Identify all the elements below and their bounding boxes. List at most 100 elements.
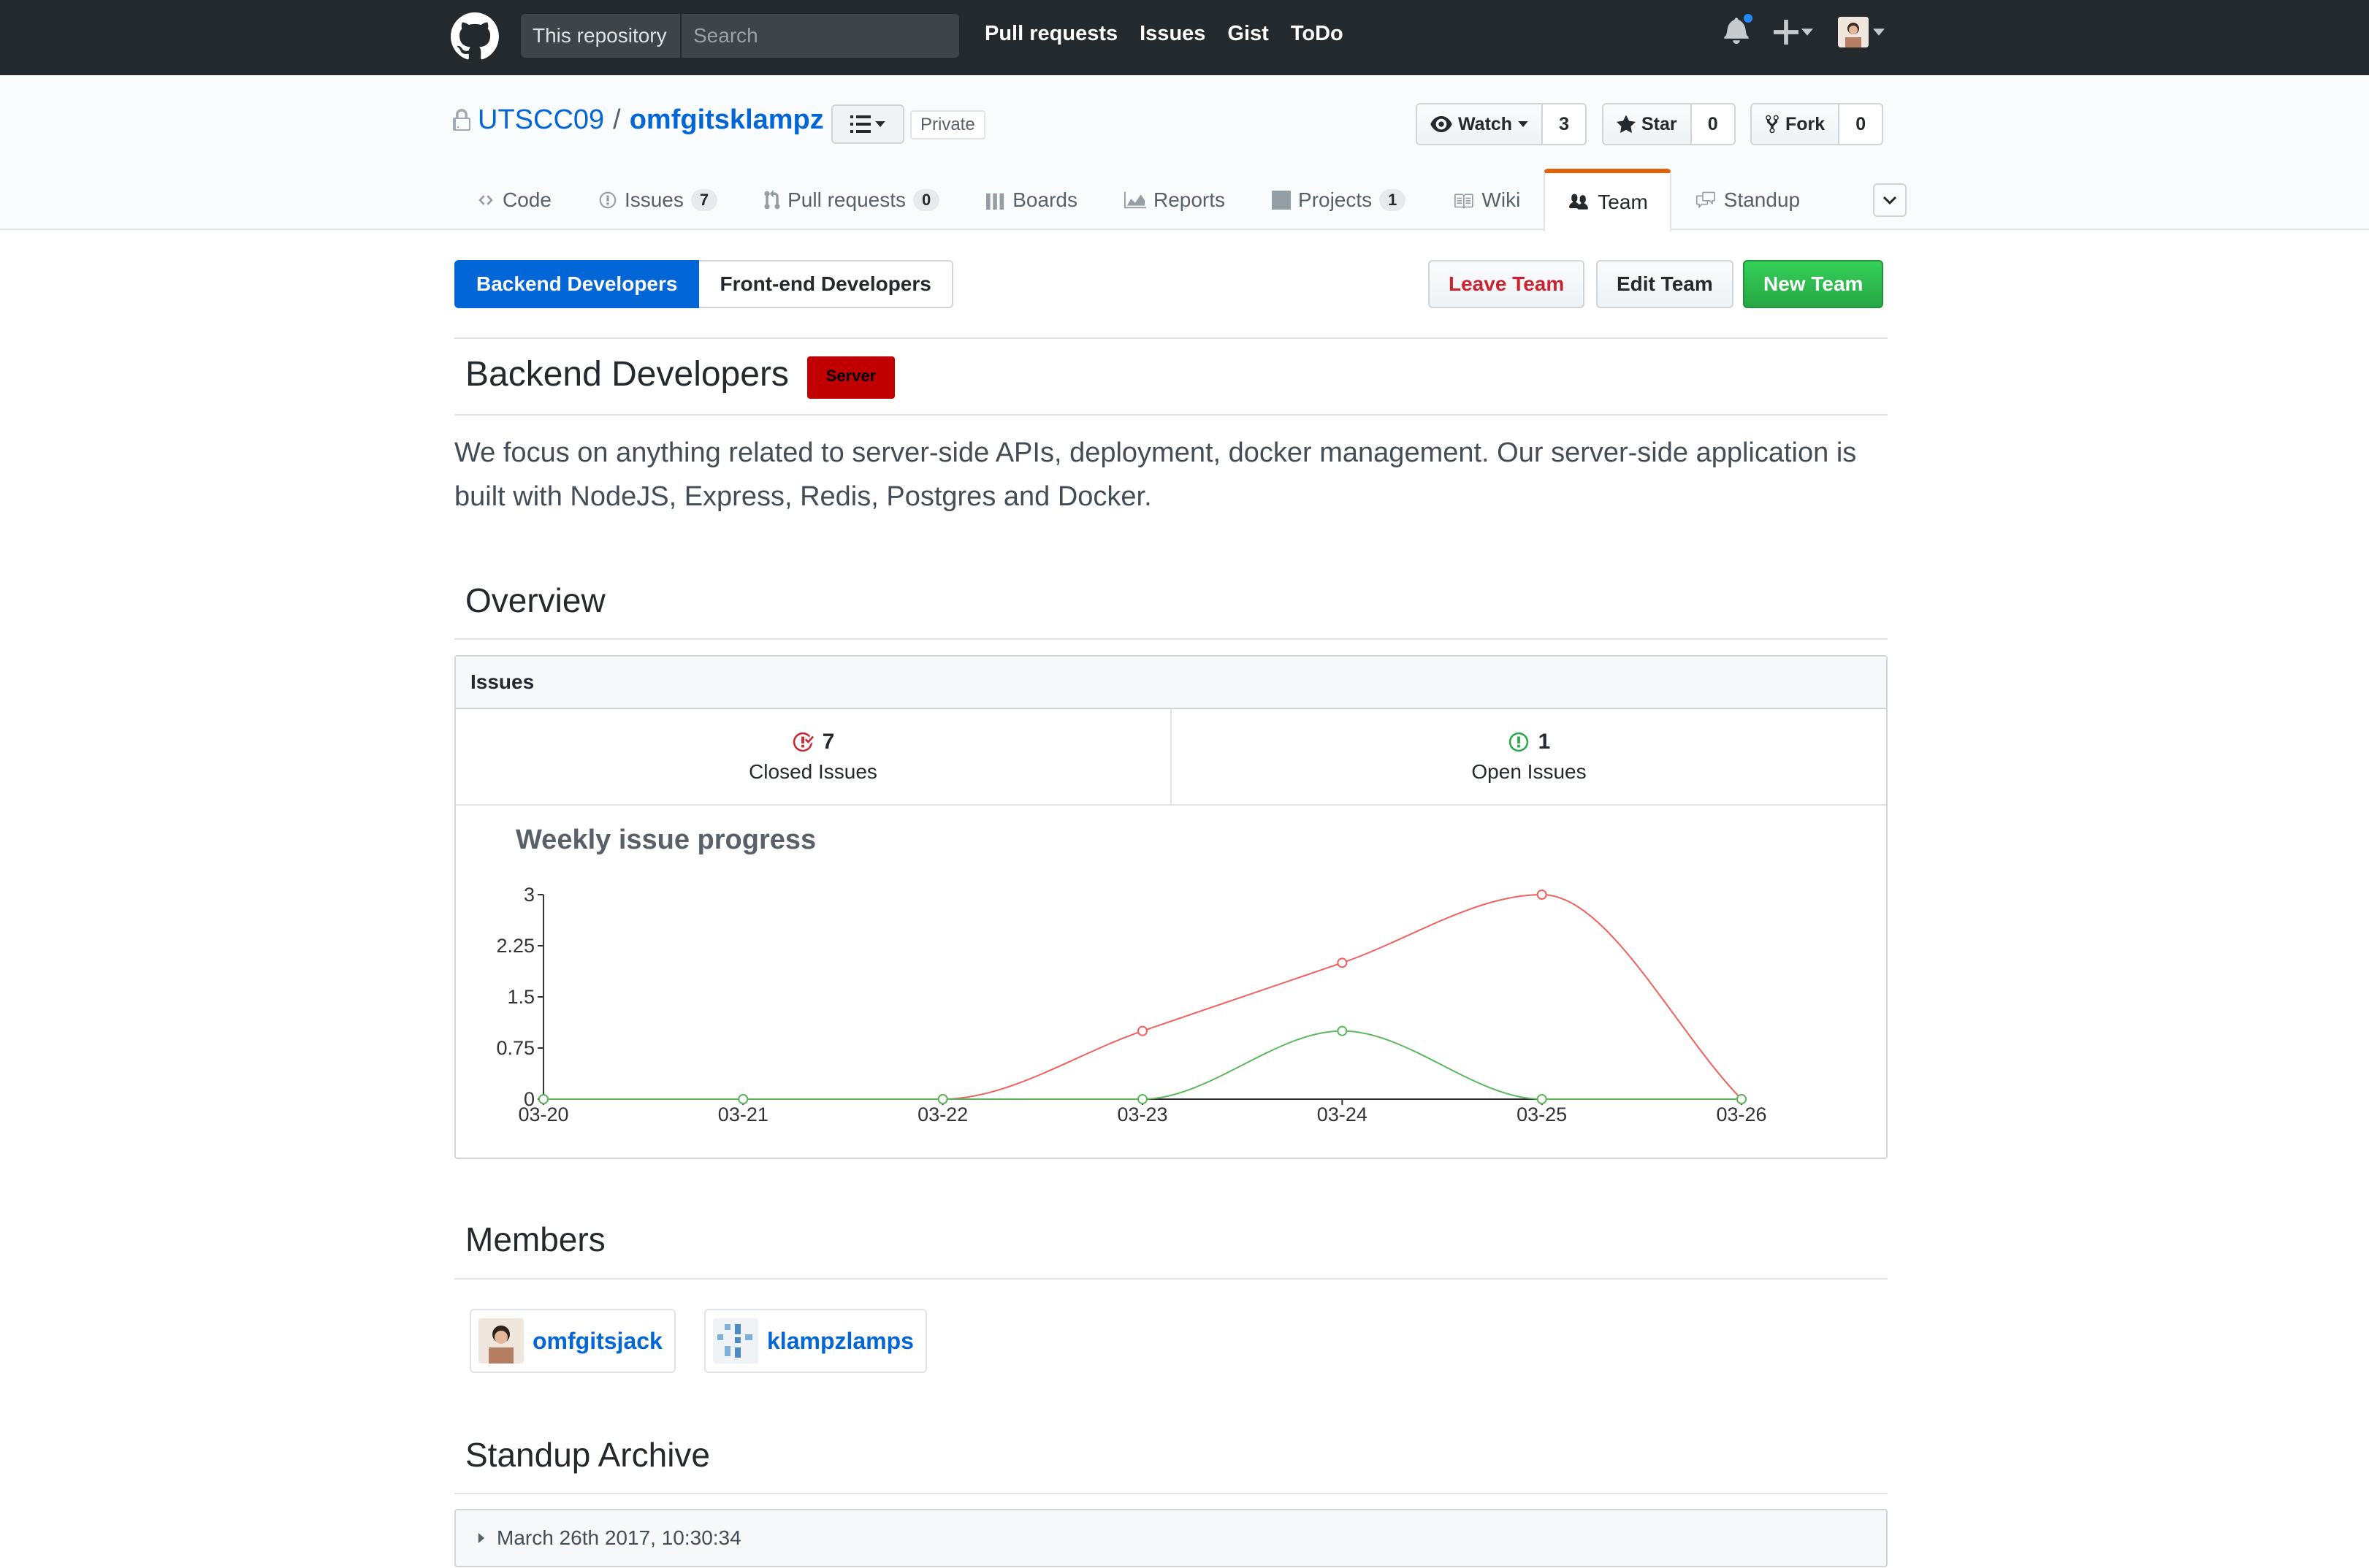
avatar — [1838, 16, 1869, 47]
fork-button[interactable]: Fork — [1752, 104, 1840, 144]
edit-team-button[interactable]: Edit Team — [1596, 260, 1733, 308]
watch-count[interactable]: 3 — [1543, 104, 1586, 144]
team-switcher: Backend Developers Front-end Developers — [454, 260, 953, 308]
tab-label: Pull requests — [787, 188, 906, 211]
leave-team-button[interactable]: Leave Team — [1428, 260, 1585, 308]
code-icon — [478, 195, 493, 205]
data-point — [1337, 957, 1348, 968]
star-group: Star 0 — [1602, 103, 1736, 145]
x-tick-label: 03-23 — [1117, 1104, 1167, 1125]
standup-entry[interactable]: March 26th 2017, 10:30:34 — [454, 1509, 1888, 1567]
team-tab-frontend[interactable]: Front-end Developers — [699, 260, 953, 308]
tab-label: Team — [1598, 191, 1648, 213]
member-name[interactable]: omfgitsjack — [533, 1328, 663, 1355]
private-badge: Private — [910, 110, 985, 139]
nav-pull-requests[interactable]: Pull requests — [985, 22, 1118, 46]
tab-standup[interactable]: Standup — [1671, 169, 1823, 230]
team-icon — [1569, 194, 1589, 210]
team-label-badge: Server — [807, 356, 895, 399]
nav-gist[interactable]: Gist — [1227, 22, 1268, 46]
series-line-1 — [543, 1030, 1742, 1100]
tab-wiki[interactable]: Wiki — [1429, 169, 1544, 230]
team-tab-backend[interactable]: Backend Developers — [454, 260, 700, 308]
issues-counter: 7 — [690, 189, 718, 211]
x-tick-label: 03-20 — [518, 1104, 568, 1125]
member-card[interactable]: omfgitsjack — [470, 1309, 676, 1373]
search-scope[interactable]: This repository — [521, 14, 682, 58]
reports-icon — [1124, 191, 1146, 209]
standup-archive-heading: Standup Archive — [465, 1436, 711, 1474]
tab-code[interactable]: Code — [453, 169, 575, 230]
github-logo-icon[interactable] — [451, 12, 499, 61]
tab-pull-requests[interactable]: Pull requests 0 — [741, 169, 963, 230]
star-button[interactable]: Star — [1603, 104, 1692, 144]
x-tick-label: 03-25 — [1517, 1104, 1567, 1125]
repo-name-link[interactable]: omfgitsklampz — [630, 104, 824, 136]
more-tabs-button[interactable] — [1873, 183, 1907, 217]
divider — [454, 414, 1888, 416]
members-heading: Members — [465, 1220, 606, 1258]
chevron-down-icon — [1882, 196, 1897, 205]
x-tick-label: 03-21 — [718, 1104, 768, 1125]
project-icon — [1272, 191, 1292, 210]
divider — [454, 337, 1888, 339]
user-menu[interactable] — [1838, 16, 1885, 47]
divider — [454, 638, 1888, 640]
tab-team[interactable]: Team — [1544, 169, 1671, 232]
star-count[interactable]: 0 — [1691, 104, 1734, 144]
data-point — [1137, 1025, 1148, 1036]
tab-label: Issues — [624, 188, 684, 211]
list-menu-button[interactable] — [831, 104, 904, 144]
data-point — [1736, 1094, 1747, 1104]
star-icon — [1617, 115, 1636, 134]
wiki-icon — [1454, 194, 1474, 209]
member-name[interactable]: klampzlamps — [767, 1328, 914, 1355]
y-tick-label: 3 — [524, 884, 535, 906]
standup-icon — [1695, 191, 1715, 209]
new-team-button[interactable]: New Team — [1743, 260, 1884, 308]
tab-boards[interactable]: Boards — [963, 169, 1101, 230]
watch-group: Watch 3 — [1416, 103, 1587, 145]
y-tick-label: 1.5 — [507, 986, 535, 1008]
path-separator: / — [613, 104, 621, 135]
tab-projects[interactable]: Projects 1 — [1248, 169, 1429, 230]
data-point — [1137, 1094, 1148, 1104]
search-bar[interactable]: This repository Search — [521, 14, 959, 58]
data-point — [1536, 1094, 1547, 1104]
tab-reports[interactable]: Reports — [1101, 169, 1248, 230]
issue-icon — [599, 191, 617, 209]
avatar — [478, 1318, 524, 1364]
data-point — [738, 1094, 749, 1104]
pull-request-icon — [764, 190, 780, 210]
watch-button[interactable]: Watch — [1417, 104, 1544, 144]
chevron-down-icon — [875, 121, 885, 127]
x-tick-label: 03-24 — [1317, 1104, 1367, 1125]
create-new-icon[interactable] — [1774, 19, 1813, 45]
notification-indicator — [1742, 12, 1755, 25]
nav-issues[interactable]: Issues — [1140, 22, 1205, 46]
repo-header: UTSCC09 / omfgitsklampz Private Watch 3 … — [0, 75, 2369, 232]
y-tick-label: 0.75 — [496, 1037, 535, 1059]
tab-label: Reports — [1153, 188, 1226, 211]
repo-owner-link[interactable]: UTSCC09 — [478, 104, 604, 136]
search-input[interactable]: Search — [682, 14, 959, 58]
data-point — [1536, 890, 1547, 900]
watch-label: Watch — [1458, 113, 1513, 134]
data-point — [538, 1094, 549, 1104]
global-header: This repository Search Pull requests Iss… — [0, 0, 2369, 75]
fork-icon — [1766, 115, 1779, 134]
member-card[interactable]: klampzlamps — [704, 1309, 927, 1373]
tab-issues[interactable]: Issues 7 — [575, 169, 741, 230]
data-point — [937, 1094, 948, 1104]
tab-label: Code — [503, 188, 552, 211]
fork-count[interactable]: 0 — [1839, 104, 1882, 144]
projects-counter: 1 — [1379, 189, 1406, 211]
fork-group: Fork 0 — [1750, 103, 1884, 145]
data-point — [1337, 1025, 1348, 1036]
issues-overview-box: Issues 7 Closed Issues 1 Open Issues Wee… — [454, 655, 1888, 1159]
nav-todo[interactable]: ToDo — [1291, 22, 1343, 46]
repo-title: UTSCC09 / omfgitsklampz — [453, 104, 824, 136]
notifications-bell-icon[interactable] — [1724, 12, 1755, 47]
divider — [454, 1493, 1888, 1494]
weekly-issue-chart: 00.751.52.25303-20 03-21 03-22 03-23 03-24 03… — [496, 884, 1766, 1125]
